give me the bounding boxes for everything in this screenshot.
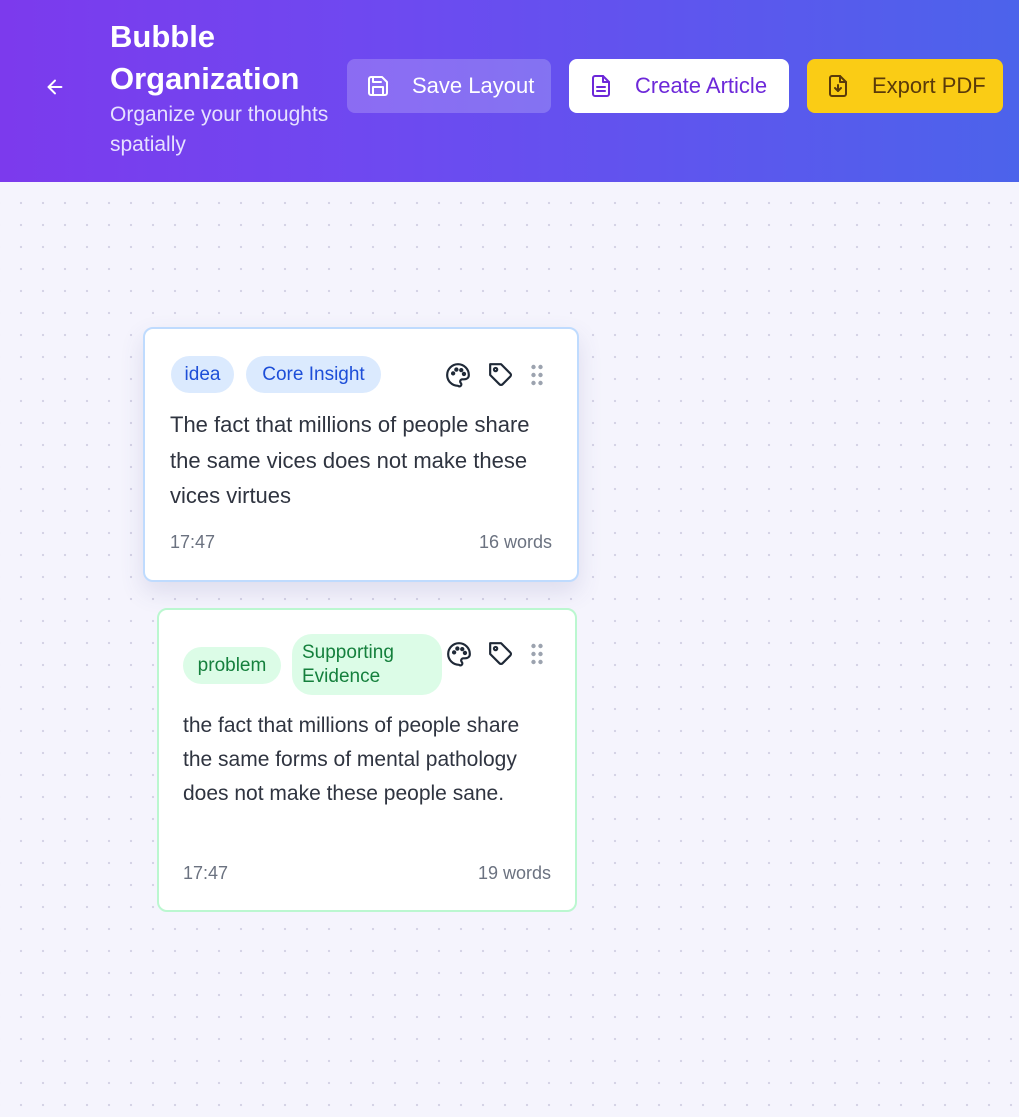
bubble-card[interactable]: problem Supporting Evidence the fact tha… [157, 608, 577, 912]
bubble-text: the fact that millions of people share t… [183, 714, 520, 805]
file-download-icon [826, 74, 850, 98]
tag-icon [489, 642, 512, 665]
export-pdf-button[interactable]: Export PDF [807, 59, 1003, 113]
document-icon [589, 74, 613, 98]
role-tag[interactable]: Core Insight [246, 356, 381, 393]
bubble-time: 17:47 [170, 532, 216, 552]
grip-icon [531, 364, 543, 386]
tag-button[interactable] [487, 640, 515, 668]
role-tag[interactable]: Supporting Evidence [292, 634, 442, 695]
page-subtitle: Organize your thoughts spatially [110, 103, 329, 156]
grip-icon [531, 643, 543, 665]
drag-handle[interactable] [525, 361, 549, 389]
save-icon [366, 74, 390, 98]
tag-icon [489, 363, 512, 386]
save-layout-button[interactable]: Save Layout [347, 59, 551, 113]
back-button[interactable] [38, 70, 72, 104]
bubble-word-count: 19 words [477, 863, 551, 883]
page-title: Bubble Organization [110, 19, 300, 96]
palette-icon [447, 642, 471, 667]
category-tag[interactable]: problem [183, 647, 281, 684]
bubble-text: The fact that millions of people share t… [170, 412, 530, 508]
bubble-card[interactable]: idea Core Insight The fact that millions… [143, 327, 579, 582]
tag-button[interactable] [487, 361, 515, 389]
category-tag[interactable]: idea [171, 356, 234, 393]
create-article-button[interactable]: Create Article [569, 59, 789, 113]
drag-handle[interactable] [525, 640, 549, 668]
palette-button[interactable] [444, 361, 472, 389]
palette-button[interactable] [445, 640, 473, 668]
bubble-word-count: 16 words [478, 532, 552, 552]
save-layout-label: Save Layout [412, 73, 535, 98]
app-header: Bubble Organization Organize your though… [0, 0, 1019, 182]
arrow-left-icon [47, 79, 63, 95]
palette-icon [446, 363, 470, 388]
create-article-label: Create Article [635, 73, 768, 98]
export-pdf-label: Export PDF [872, 73, 986, 98]
bubble-time: 17:47 [183, 863, 229, 883]
